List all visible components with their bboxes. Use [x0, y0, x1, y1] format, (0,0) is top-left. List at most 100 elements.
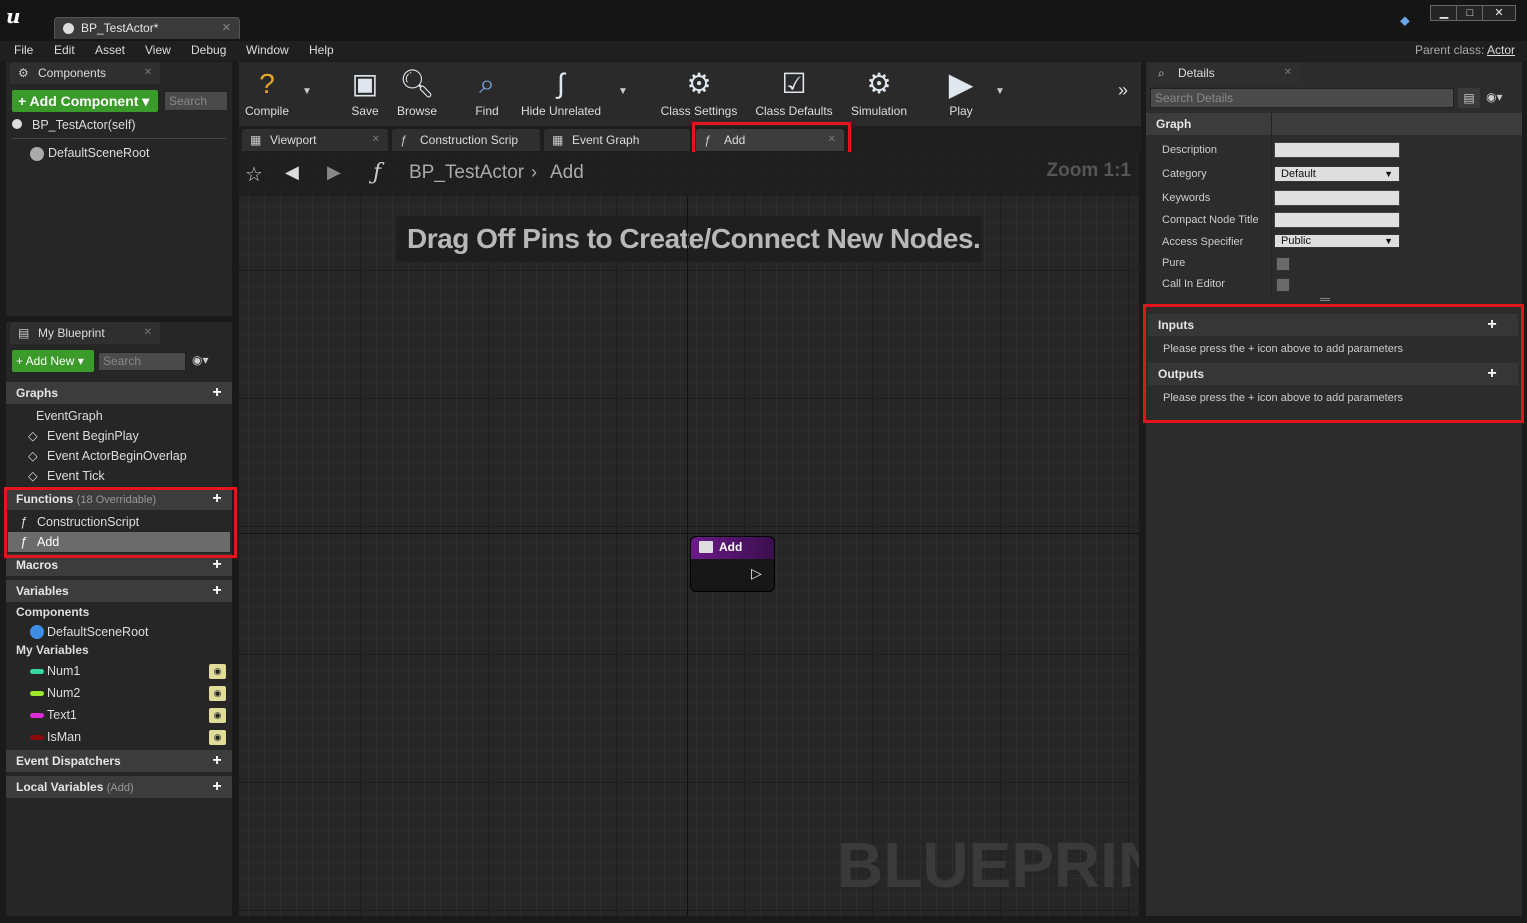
- play-options-chevron-icon[interactable]: ▼: [995, 86, 1005, 97]
- pure-label: Pure: [1162, 257, 1186, 269]
- section-event-dispatchers[interactable]: Event Dispatchers: [6, 750, 232, 772]
- class-defaults-button[interactable]: ☑ Class Defaults: [752, 64, 836, 122]
- hide-unrelated-button[interactable]: ∫ Hide Unrelated: [518, 64, 604, 122]
- maximize-button[interactable]: □: [1456, 5, 1484, 21]
- class-settings-label: Class Settings: [660, 104, 738, 118]
- hide-unrelated-options-chevron-icon[interactable]: ▼: [618, 86, 628, 97]
- close-tab-icon[interactable]: ✕: [222, 21, 231, 34]
- menu-bar: File Edit Asset View Debug Window Help P…: [0, 41, 1527, 61]
- menu-debug[interactable]: Debug: [191, 43, 226, 57]
- forward-arrow-icon[interactable]: ▶: [327, 162, 341, 183]
- breadcrumb-root[interactable]: BP_TestActor: [409, 162, 524, 184]
- component-self[interactable]: BP_TestActor(self): [32, 115, 136, 135]
- browse-button[interactable]: 🔍︎ Browse: [394, 64, 440, 122]
- tab-event-graph[interactable]: ▦ Event Graph: [544, 129, 690, 151]
- visibility-eye-icon[interactable]: ◉: [209, 708, 226, 723]
- variable-default-scene-root[interactable]: DefaultSceneRoot: [47, 622, 148, 642]
- add-graph-plus-icon[interactable]: +: [208, 384, 226, 402]
- section-graph[interactable]: Graph: [1146, 113, 1522, 135]
- variable-isman[interactable]: IsMan: [47, 727, 81, 747]
- find-button[interactable]: ⌕ Find: [466, 64, 508, 122]
- section-graph-label: Graph: [1156, 117, 1192, 131]
- description-input[interactable]: [1274, 142, 1400, 158]
- back-arrow-icon[interactable]: ◀: [285, 162, 299, 183]
- close-button[interactable]: ✕: [1482, 5, 1516, 21]
- variable-text1[interactable]: Text1: [47, 705, 77, 725]
- close-tab-icon[interactable]: ✕: [1284, 62, 1292, 84]
- add-component-button[interactable]: + Add Component ▾: [12, 90, 158, 112]
- compact-node-title-input[interactable]: [1274, 212, 1400, 228]
- visibility-eye-icon[interactable]: ◉: [209, 686, 226, 701]
- node-header: Add: [691, 537, 774, 559]
- play-button[interactable]: ▶ Play: [938, 64, 984, 122]
- section-local-variables[interactable]: Local Variables (Add): [6, 776, 232, 798]
- toolbar-overflow-icon[interactable]: »: [1118, 80, 1128, 101]
- function-entry-node[interactable]: Add ▷: [690, 536, 775, 592]
- section-graphs[interactable]: Graphs: [6, 382, 232, 404]
- tab-construction-script[interactable]: ƒ Construction Scrip: [392, 129, 540, 151]
- class-settings-button[interactable]: ⚙ Class Settings: [658, 64, 740, 122]
- visibility-eye-icon[interactable]: ◉: [209, 730, 226, 745]
- menu-asset[interactable]: Asset: [95, 43, 125, 57]
- zoom-level: Zoom 1:1: [1046, 160, 1131, 181]
- add-new-button[interactable]: + Add New ▾: [12, 350, 94, 372]
- tab-my-blueprint[interactable]: ▤ My Blueprint ✕: [10, 322, 160, 344]
- parent-class-link[interactable]: Actor: [1487, 43, 1515, 57]
- close-tab-icon[interactable]: ✕: [372, 129, 380, 151]
- section-variables[interactable]: Variables: [6, 580, 232, 602]
- exec-pin-icon[interactable]: ▷: [751, 565, 762, 582]
- access-specifier-combo[interactable]: Public ▼: [1274, 234, 1400, 248]
- close-tab-icon[interactable]: ✕: [144, 62, 152, 84]
- menu-view[interactable]: View: [145, 43, 171, 57]
- component-default-scene-root[interactable]: DefaultSceneRoot: [48, 143, 149, 163]
- menu-window[interactable]: Window: [246, 43, 289, 57]
- tab-viewport-label: Viewport: [270, 133, 317, 147]
- tab-details[interactable]: ⌕ Details ✕: [1150, 62, 1300, 84]
- favorite-star-icon[interactable]: ☆: [245, 162, 263, 187]
- graph-canvas[interactable]: ☆ ◀ ▶ ƒ BP_TestActor › Add Zoom 1:1 Drag…: [239, 152, 1139, 916]
- property-matrix-icon[interactable]: ▤: [1458, 88, 1480, 108]
- tab-details-label: Details: [1178, 66, 1215, 80]
- variable-num1[interactable]: Num1: [47, 661, 80, 681]
- compile-button[interactable]: ? Compile: [240, 64, 294, 122]
- event-tick[interactable]: Event Tick: [47, 466, 105, 486]
- tab-components[interactable]: ⚙ Components ✕: [10, 62, 160, 84]
- components-search-input[interactable]: Search: [164, 91, 228, 111]
- menu-help[interactable]: Help: [309, 43, 334, 57]
- my-variables-header[interactable]: My Variables: [16, 640, 89, 660]
- call-in-editor-checkbox[interactable]: [1276, 278, 1290, 292]
- visibility-eye-icon[interactable]: ◉: [209, 664, 226, 679]
- document-tab[interactable]: BP_TestActor* ✕: [54, 17, 240, 39]
- my-blueprint-search-input[interactable]: Search: [98, 352, 186, 371]
- section-variables-label: Variables: [16, 584, 69, 598]
- details-search-input[interactable]: Search Details: [1150, 88, 1454, 108]
- view-options-eye-icon[interactable]: ◉▾: [192, 353, 209, 367]
- event-actorbeginoverlap[interactable]: Event ActorBeginOverlap: [47, 446, 187, 466]
- splitter-handle[interactable]: [1320, 298, 1330, 301]
- save-button[interactable]: ▣ Save: [344, 64, 386, 122]
- close-tab-icon[interactable]: ✕: [144, 322, 152, 344]
- add-dispatcher-plus-icon[interactable]: +: [208, 752, 226, 770]
- menu-file[interactable]: File: [14, 43, 33, 57]
- menu-edit[interactable]: Edit: [54, 43, 75, 57]
- notification-icon[interactable]: ⬥: [1400, 12, 1410, 29]
- simulation-button[interactable]: ⚙ Simulation: [848, 64, 910, 122]
- add-local-variable-plus-icon[interactable]: +: [208, 778, 226, 796]
- view-options-eye-icon[interactable]: ◉▾: [1486, 90, 1503, 104]
- compile-icon: ?: [259, 68, 275, 99]
- tab-viewport[interactable]: ▦ Viewport ✕: [242, 129, 388, 151]
- compile-options-chevron-icon[interactable]: ▼: [302, 86, 312, 97]
- pure-checkbox[interactable]: [1276, 257, 1290, 271]
- variables-components-header[interactable]: Components: [16, 602, 89, 622]
- save-icon: ▣: [351, 68, 379, 99]
- add-variable-plus-icon[interactable]: +: [208, 582, 226, 600]
- category-combo[interactable]: Default ▼: [1274, 166, 1400, 182]
- keywords-input[interactable]: [1274, 190, 1400, 206]
- hide-unrelated-icon: ∫: [557, 68, 565, 99]
- simulation-label: Simulation: [850, 104, 908, 118]
- variable-num2[interactable]: Num2: [47, 683, 80, 703]
- event-beginplay[interactable]: Event BeginPlay: [47, 426, 139, 446]
- graph-eventgraph[interactable]: EventGraph: [36, 406, 103, 426]
- add-macro-plus-icon[interactable]: +: [208, 556, 226, 574]
- minimize-button[interactable]: ▁: [1430, 5, 1458, 21]
